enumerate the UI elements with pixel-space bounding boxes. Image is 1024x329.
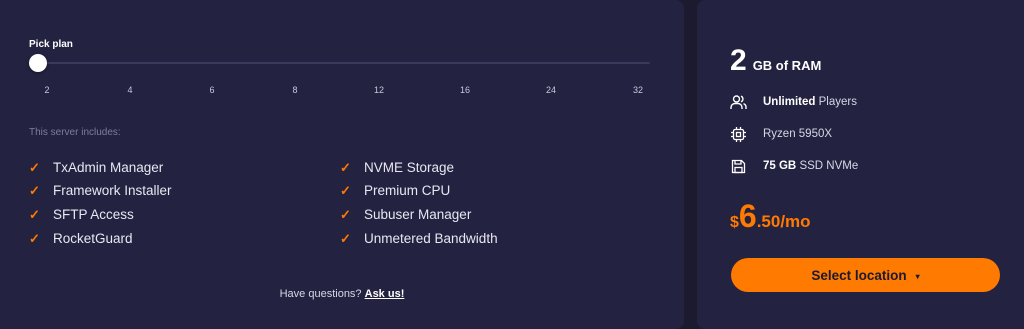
tick-label[interactable]: 2 xyxy=(44,85,49,95)
feature-label: TxAdmin Manager xyxy=(53,159,164,175)
feature-label: RocketGuard xyxy=(53,230,133,246)
check-icon: ✓ xyxy=(29,159,40,175)
questions-line: Have questions? Ask us! xyxy=(0,288,684,300)
feature-label: Framework Installer xyxy=(53,182,172,198)
check-icon: ✓ xyxy=(340,159,351,175)
ask-us-link[interactable]: Ask us! xyxy=(365,288,405,300)
check-icon: ✓ xyxy=(29,206,40,222)
chevron-down-icon: ▾ xyxy=(915,271,920,281)
feature-label: Unmetered Bandwidth xyxy=(364,230,498,246)
users-icon xyxy=(730,95,747,109)
select-location-button[interactable]: Select location ▾ xyxy=(731,258,1000,292)
cpu-icon xyxy=(731,126,746,142)
plan-slider-thumb[interactable] xyxy=(29,54,47,72)
check-icon: ✓ xyxy=(340,230,351,246)
check-icon: ✓ xyxy=(29,230,40,246)
plan-slider-track[interactable] xyxy=(38,62,650,64)
feature-item: ✓ Unmetered Bandwidth xyxy=(340,229,498,247)
storage-bold: 75 GB xyxy=(763,160,797,172)
feature-label: Premium CPU xyxy=(364,182,451,198)
players-spec: Unlimited Players xyxy=(730,93,857,111)
cpu-spec: Ryzen 5950X xyxy=(730,125,832,143)
pick-plan-label: Pick plan xyxy=(29,39,73,50)
tick-label[interactable]: 12 xyxy=(374,85,384,95)
check-icon: ✓ xyxy=(29,182,40,198)
ram-amount: 2 xyxy=(730,44,747,77)
tick-label[interactable]: 16 xyxy=(460,85,470,95)
price: $ 6 .50/mo xyxy=(730,198,811,235)
ram-label: GB of RAM xyxy=(752,58,822,73)
tick-label[interactable]: 32 xyxy=(633,85,643,95)
feature-item: ✓ TxAdmin Manager xyxy=(29,158,163,176)
feature-item: ✓ Subuser Manager xyxy=(340,205,471,223)
cpu-text: Ryzen 5950X xyxy=(763,128,833,140)
players-bold: Unlimited xyxy=(763,96,816,108)
feature-item: ✓ RocketGuard xyxy=(29,229,133,247)
includes-label: This server includes: xyxy=(29,127,121,138)
tick-label[interactable]: 4 xyxy=(127,85,132,95)
feature-label: NVME Storage xyxy=(364,159,455,175)
check-icon: ✓ xyxy=(340,206,351,222)
tick-label[interactable]: 8 xyxy=(292,85,297,95)
feature-label: SFTP Access xyxy=(53,206,134,222)
check-icon: ✓ xyxy=(340,182,351,198)
players-text: Players xyxy=(818,96,857,108)
feature-item: ✓ Framework Installer xyxy=(29,181,172,199)
save-icon xyxy=(731,159,746,173)
price-currency: $ xyxy=(730,214,739,231)
tick-label[interactable]: 6 xyxy=(209,85,214,95)
price-integer: 6 xyxy=(738,198,757,234)
ram-heading: 2 GB of RAM xyxy=(730,44,821,78)
price-fraction-period: .50/mo xyxy=(756,212,811,231)
questions-text: Have questions? xyxy=(279,288,362,300)
select-location-label: Select location xyxy=(811,267,907,283)
feature-label: Subuser Manager xyxy=(364,206,472,222)
feature-item: ✓ NVME Storage xyxy=(340,158,454,176)
feature-item: ✓ SFTP Access xyxy=(29,205,134,223)
tick-label[interactable]: 24 xyxy=(546,85,556,95)
storage-text: SSD NVMe xyxy=(799,160,859,172)
storage-spec: 75 GB SSD NVMe xyxy=(730,157,858,175)
feature-item: ✓ Premium CPU xyxy=(340,181,450,199)
